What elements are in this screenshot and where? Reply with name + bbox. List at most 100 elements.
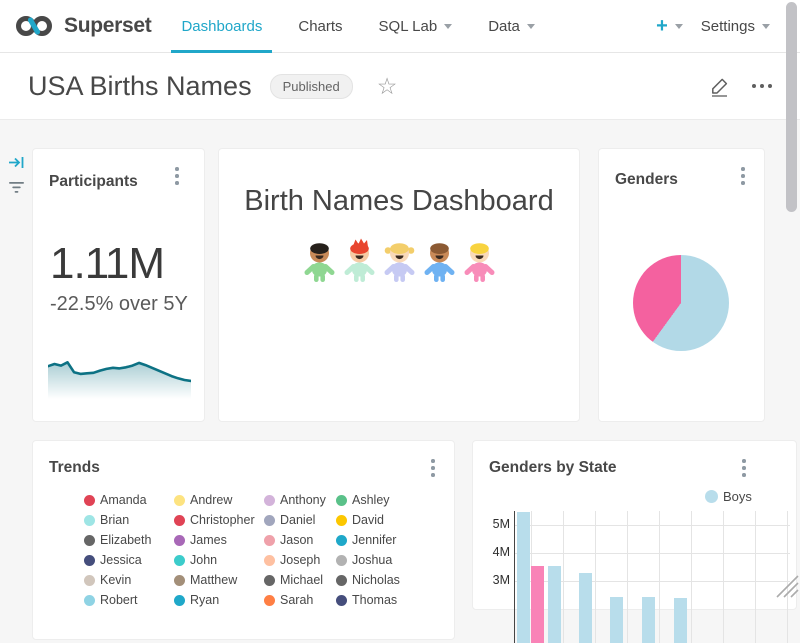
legend-label: Daniel bbox=[280, 513, 315, 527]
legend-dot bbox=[84, 515, 95, 526]
bar-boys[interactable] bbox=[579, 573, 592, 643]
legend-item-brian[interactable]: Brian bbox=[84, 513, 129, 527]
legend-label: Joseph bbox=[280, 553, 320, 567]
chevron-down-icon bbox=[762, 24, 770, 29]
legend-item-andrew[interactable]: Andrew bbox=[174, 493, 232, 507]
legend-label: Matthew bbox=[190, 573, 237, 587]
bar-boys[interactable] bbox=[610, 597, 623, 643]
status-badge[interactable]: Published bbox=[270, 74, 353, 99]
settings-menu[interactable]: Settings bbox=[701, 18, 770, 35]
ellipsis-menu-icon[interactable] bbox=[752, 80, 772, 92]
legend-item-ryan[interactable]: Ryan bbox=[174, 593, 219, 607]
legend-dot bbox=[336, 515, 347, 526]
legend-item-jennifer[interactable]: Jennifer bbox=[336, 533, 396, 547]
genders-card: Genders bbox=[598, 148, 765, 422]
legend-item-joseph[interactable]: Joseph bbox=[264, 553, 320, 567]
legend-item-matthew[interactable]: Matthew bbox=[174, 573, 237, 587]
edit-dashboard-button[interactable] bbox=[709, 76, 730, 97]
legend-item-jessica[interactable]: Jessica bbox=[84, 553, 142, 567]
legend-dot bbox=[174, 575, 185, 586]
legend-dot bbox=[264, 535, 275, 546]
legend-label: Jennifer bbox=[352, 533, 396, 547]
trendline-sparkline bbox=[48, 341, 191, 399]
genders-pie[interactable] bbox=[633, 255, 729, 351]
vertical-scrollbar[interactable] bbox=[786, 2, 797, 212]
legend-item-thomas[interactable]: Thomas bbox=[336, 593, 397, 607]
header-actions bbox=[709, 76, 772, 97]
legend-item-christopher[interactable]: Christopher bbox=[174, 513, 255, 527]
legend-dot bbox=[174, 595, 185, 606]
legend-dot bbox=[84, 595, 95, 606]
dashboard-heading-text: Birth Names Dashboard bbox=[219, 185, 579, 218]
nav-item-dashboards[interactable]: Dashboards bbox=[163, 0, 280, 52]
kebab-menu-icon[interactable] bbox=[170, 166, 184, 186]
legend-dot bbox=[264, 555, 275, 566]
legend-dot bbox=[84, 575, 95, 586]
legend-label: David bbox=[352, 513, 384, 527]
star-icon[interactable]: ☆ bbox=[377, 75, 398, 98]
kebab-menu-icon[interactable] bbox=[736, 166, 750, 186]
participants-card: Participants 1.11M -22.5% over 5Y bbox=[32, 148, 205, 422]
legend-item-kevin[interactable]: Kevin bbox=[84, 573, 131, 587]
nav-right: + Settings bbox=[656, 16, 770, 36]
child-figure bbox=[381, 238, 418, 284]
bar-girls[interactable] bbox=[531, 566, 544, 643]
superset-logo[interactable]: Superset bbox=[14, 13, 151, 39]
gridline bbox=[691, 511, 692, 643]
y-axis-tick-label: 4M bbox=[476, 545, 510, 559]
bar-boys[interactable] bbox=[674, 598, 687, 643]
superset-dashboard-page: { "brand": { "name": "Superset" }, "icon… bbox=[0, 0, 800, 600]
legend-item-ashley[interactable]: Ashley bbox=[336, 493, 390, 507]
big-number-value: 1.11M bbox=[50, 239, 164, 289]
legend-item-boys[interactable]: Boys bbox=[705, 489, 752, 504]
filter-icon[interactable] bbox=[8, 181, 25, 200]
nav-item-label: SQL Lab bbox=[379, 18, 438, 35]
nav-item-data[interactable]: Data bbox=[470, 0, 553, 52]
expand-filter-bar-icon[interactable] bbox=[8, 154, 25, 176]
legend-item-james[interactable]: James bbox=[174, 533, 227, 547]
legend-item-sarah[interactable]: Sarah bbox=[264, 593, 313, 607]
legend-dot bbox=[174, 535, 185, 546]
legend-item-john[interactable]: John bbox=[174, 553, 217, 567]
legend-item-joshua[interactable]: Joshua bbox=[336, 553, 392, 567]
legend-dot bbox=[336, 575, 347, 586]
chevron-down-icon bbox=[444, 24, 452, 29]
nav-item-charts[interactable]: Charts bbox=[280, 0, 360, 52]
nav-item-label: Dashboards bbox=[181, 18, 262, 35]
legend-label: Ashley bbox=[352, 493, 390, 507]
legend-label: Kevin bbox=[100, 573, 131, 587]
bar-boys[interactable] bbox=[548, 566, 561, 643]
legend-item-elizabeth[interactable]: Elizabeth bbox=[84, 533, 151, 547]
children-figures bbox=[219, 238, 579, 284]
resize-handle[interactable] bbox=[776, 575, 799, 598]
legend-item-daniel[interactable]: Daniel bbox=[264, 513, 315, 527]
legend-item-robert[interactable]: Robert bbox=[84, 593, 138, 607]
markdown-header-card: Birth Names Dashboard bbox=[218, 148, 580, 422]
legend-dot bbox=[84, 535, 95, 546]
top-navigation-bar: Superset Dashboards Charts SQL Lab Data + S… bbox=[0, 0, 800, 53]
nav-item-label: Charts bbox=[298, 18, 342, 35]
bar-boys[interactable] bbox=[642, 597, 655, 643]
nav-items: Dashboards Charts SQL Lab Data bbox=[163, 0, 552, 52]
add-new-button[interactable]: + bbox=[656, 16, 683, 36]
gridline bbox=[659, 511, 660, 643]
legend-dot bbox=[174, 495, 185, 506]
gridline bbox=[515, 525, 790, 526]
bar-boys[interactable] bbox=[517, 512, 530, 643]
legend-item-david[interactable]: David bbox=[336, 513, 384, 527]
page-title: USA Births Names bbox=[28, 71, 252, 102]
chart-title: Genders by State bbox=[489, 459, 617, 477]
legend-item-amanda[interactable]: Amanda bbox=[84, 493, 147, 507]
legend-item-nicholas[interactable]: Nicholas bbox=[336, 573, 400, 587]
legend-item-anthony[interactable]: Anthony bbox=[264, 493, 326, 507]
legend-label: Amanda bbox=[100, 493, 147, 507]
kebab-menu-icon[interactable] bbox=[426, 458, 440, 478]
settings-label: Settings bbox=[701, 18, 755, 35]
genders-by-state-card: Genders by State Boys 5M4M3M bbox=[472, 440, 797, 610]
kebab-menu-icon[interactable] bbox=[737, 458, 751, 478]
legend-item-jason[interactable]: Jason bbox=[264, 533, 313, 547]
legend-label: Jessica bbox=[100, 553, 142, 567]
trends-card: Trends AmandaAndrewAnthonyAshleyBrianChr… bbox=[32, 440, 455, 640]
legend-item-michael[interactable]: Michael bbox=[264, 573, 323, 587]
nav-item-sql-lab[interactable]: SQL Lab bbox=[361, 0, 471, 52]
